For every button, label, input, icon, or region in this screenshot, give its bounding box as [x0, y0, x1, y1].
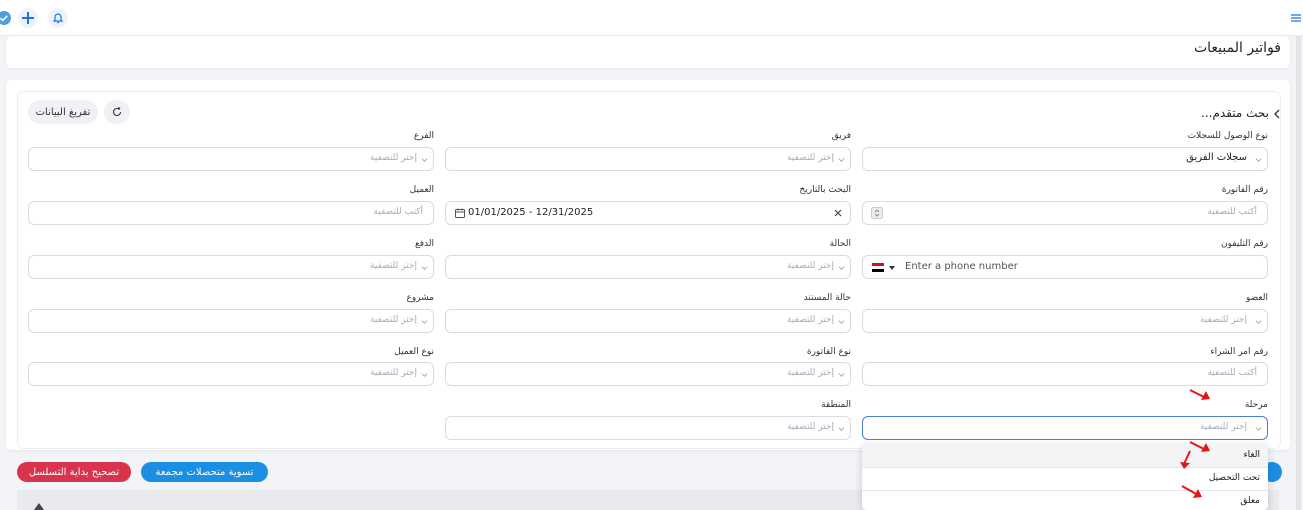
- bulk-settle-button[interactable]: تسوية متحصلات مجمعة: [141, 462, 268, 482]
- clear-data-label: تفريغ البيانات: [35, 106, 91, 118]
- menu-icon[interactable]: [1286, 8, 1303, 28]
- region-placeholder: إختر للتصفية: [787, 422, 834, 432]
- fix-sequence-label: تصحيح بداية التسلسل: [28, 466, 120, 478]
- caret-down-icon: [889, 266, 895, 270]
- region-select[interactable]: إختر للتصفية: [445, 416, 851, 440]
- sort-icon[interactable]: [34, 503, 44, 510]
- refresh-icon: [112, 107, 122, 117]
- chevron-left-icon[interactable]: [1271, 108, 1283, 120]
- stage-select[interactable]: إختر للتصفية: [862, 416, 1268, 440]
- stage-option-cancel[interactable]: الغاء: [1243, 450, 1260, 460]
- team-select[interactable]: إختر للتصفية: [445, 147, 851, 171]
- close-icon[interactable]: [834, 209, 842, 217]
- team-placeholder: إختر للتصفية: [787, 153, 834, 163]
- chevron-down-icon: [838, 158, 845, 162]
- team-label: فريق: [831, 131, 851, 141]
- page-title: فواتير المبيعات: [1193, 40, 1281, 56]
- title-card: [6, 36, 1290, 68]
- stage-option-pending[interactable]: معلق: [1240, 496, 1260, 506]
- member-label: العضو: [1245, 293, 1268, 303]
- chevron-down-icon: [838, 266, 845, 270]
- chevron-down-icon: [838, 320, 845, 324]
- stage-placeholder: إختر للتصفية: [1200, 422, 1247, 432]
- access-type-label: نوع الوصول للسجلات: [1187, 131, 1268, 141]
- region-label: المنطقة: [821, 400, 851, 410]
- annotation-arrow-icon: [1181, 485, 1202, 498]
- chevron-down-icon: [838, 373, 845, 377]
- invoice-type-label: نوع الفاتورة: [806, 347, 851, 357]
- access-type-select[interactable]: سجلات الفريق: [862, 147, 1268, 171]
- scrollbar[interactable]: [1296, 36, 1301, 510]
- check-badge-icon[interactable]: [0, 8, 14, 28]
- member-placeholder: إختر للتصفية: [1200, 315, 1247, 325]
- chevron-down-icon: [838, 427, 845, 431]
- flag-egypt-icon[interactable]: [872, 263, 884, 272]
- annotation-arrow-icon: [1180, 450, 1191, 469]
- po-number-input[interactable]: أكتب للتصفية: [862, 362, 1268, 386]
- divider: [862, 467, 1268, 468]
- invoice-no-placeholder: أكتب للتصفية: [1207, 207, 1257, 217]
- customer-type-placeholder: إختر للتصفية: [370, 368, 417, 378]
- customer-label: العميل: [409, 185, 434, 195]
- customer-type-select[interactable]: إختر للتصفية: [28, 362, 434, 386]
- date-range-value: 01/01/2025 - 12/31/2025: [468, 207, 594, 218]
- customer-input[interactable]: أكتب للتصفية: [28, 201, 434, 225]
- advanced-search-toggle[interactable]: بحث متقدم...: [1201, 106, 1269, 120]
- annotation-arrow-icon: [1189, 389, 1210, 400]
- date-range-input[interactable]: 01/01/2025 - 12/31/2025: [445, 201, 851, 225]
- calendar-icon: [455, 208, 465, 218]
- chevron-down-icon: [421, 266, 428, 270]
- project-select[interactable]: إختر للتصفية: [28, 309, 434, 333]
- invoice-no-label: رقم الفاتورة: [1221, 185, 1268, 195]
- po-number-label: رقم امر الشراء: [1210, 347, 1268, 357]
- top-bar: [0, 0, 1303, 36]
- stage-option-under-collection[interactable]: تحت التحصيل: [1209, 473, 1260, 483]
- fix-sequence-button[interactable]: تصحيح بداية التسلسل: [17, 462, 131, 482]
- invoice-type-placeholder: إختر للتصفية: [787, 368, 834, 378]
- chevron-down-icon: [421, 158, 428, 162]
- chevron-down-icon: [421, 320, 428, 324]
- document-status-placeholder: إختر للتصفية: [787, 315, 834, 325]
- stage-label: مرحلة: [1244, 400, 1268, 410]
- chevron-down-icon: [1255, 427, 1262, 431]
- date-search-label: البحث بالتاريخ: [799, 185, 851, 195]
- number-stepper-icon[interactable]: [871, 207, 883, 219]
- project-placeholder: إختر للتصفية: [370, 315, 417, 325]
- customer-type-label: نوع العميل: [394, 347, 434, 357]
- status-placeholder: إختر للتصفية: [787, 261, 834, 271]
- bell-icon[interactable]: [48, 8, 68, 28]
- payment-select[interactable]: إختر للتصفية: [28, 255, 434, 279]
- status-select[interactable]: إختر للتصفية: [445, 255, 851, 279]
- payment-label: الدفع: [414, 239, 434, 249]
- branch-label: الفرع: [413, 131, 434, 141]
- po-number-placeholder: أكتب للتصفية: [1207, 368, 1257, 378]
- status-label: الحالة: [829, 239, 851, 249]
- phone-placeholder: Enter a phone number: [905, 261, 1018, 272]
- access-type-value: سجلات الفريق: [1186, 152, 1247, 163]
- clear-data-button[interactable]: تفريغ البيانات: [28, 100, 98, 124]
- branch-placeholder: إختر للتصفية: [370, 153, 417, 163]
- invoice-type-select[interactable]: إختر للتصفية: [445, 362, 851, 386]
- customer-placeholder: أكتب للتصفية: [373, 207, 423, 217]
- member-select[interactable]: إختر للتصفية: [862, 309, 1268, 333]
- document-status-select[interactable]: إختر للتصفية: [445, 309, 851, 333]
- plus-icon[interactable]: [18, 8, 38, 28]
- chevron-down-icon: [421, 373, 428, 377]
- invoice-no-input[interactable]: أكتب للتصفية: [862, 201, 1268, 225]
- project-label: مشروع: [406, 293, 434, 303]
- refresh-button[interactable]: [104, 100, 130, 124]
- phone-label: رقم التليفون: [1221, 239, 1268, 249]
- payment-placeholder: إختر للتصفية: [370, 261, 417, 271]
- divider: [862, 490, 1268, 491]
- document-status-label: حالة المستند: [803, 293, 851, 303]
- branch-select[interactable]: إختر للتصفية: [28, 147, 434, 171]
- chevron-down-icon: [1255, 158, 1262, 162]
- bulk-settle-label: تسوية متحصلات مجمعة: [155, 466, 254, 478]
- chevron-down-icon: [1255, 320, 1262, 324]
- phone-input[interactable]: Enter a phone number: [862, 255, 1268, 279]
